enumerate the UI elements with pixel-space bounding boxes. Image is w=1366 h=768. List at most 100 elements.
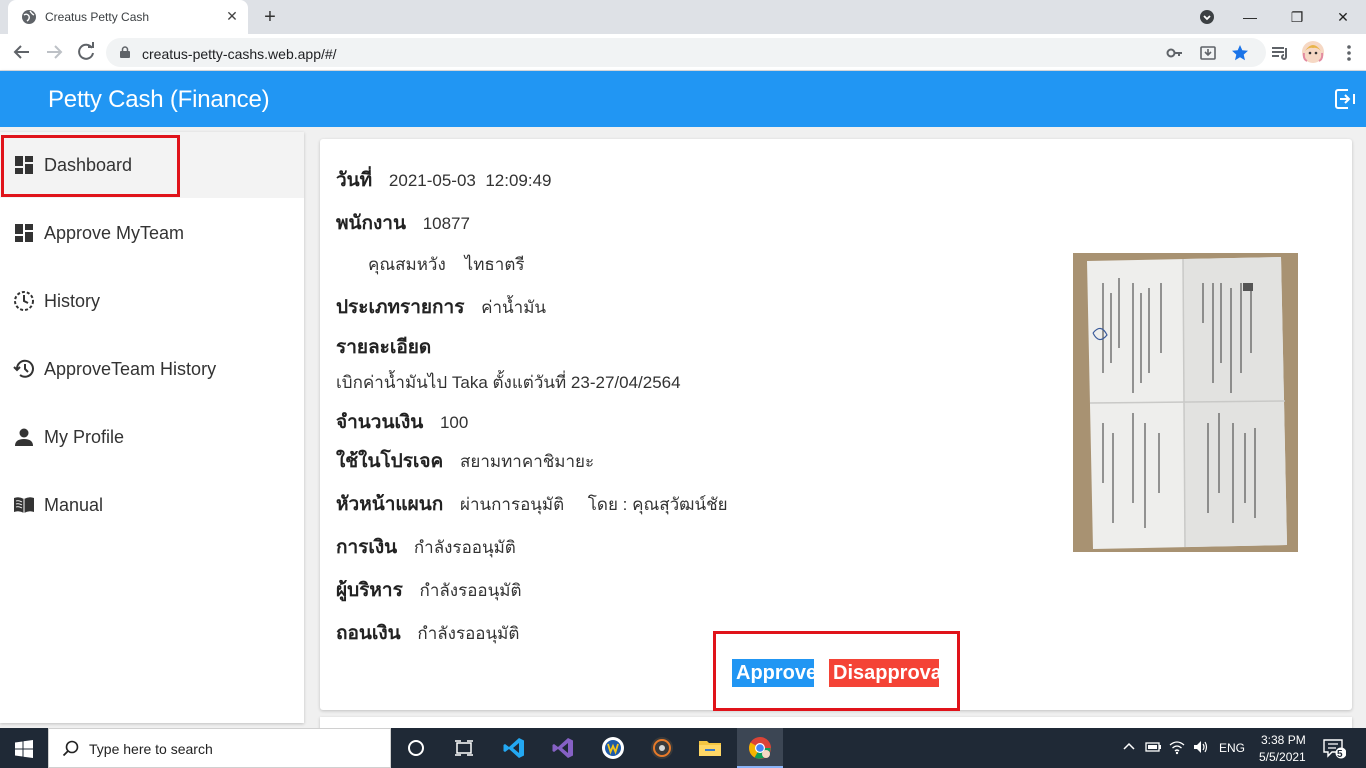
task-view-icon[interactable]	[452, 736, 476, 760]
amount-value: 100	[439, 413, 469, 432]
minimize-button[interactable]: —	[1238, 6, 1262, 28]
search-placeholder: Type here to search	[89, 741, 213, 757]
menu-icon[interactable]	[1338, 42, 1360, 64]
department-head-value: ผ่านการอนุมัติ โดย : คุณสุวัฒน์ชัย	[459, 495, 728, 514]
forward-icon[interactable]	[42, 41, 66, 63]
tab-title: Creatus Petty Cash	[45, 10, 150, 24]
taskbar-search[interactable]: Type here to search	[48, 728, 391, 768]
close-window-button[interactable]: ✕	[1331, 6, 1355, 28]
tab-close-icon[interactable]: ✕	[224, 8, 240, 24]
install-icon[interactable]	[1199, 44, 1217, 62]
receipt-image[interactable]	[1073, 253, 1298, 552]
details-label: รายละเอียด	[336, 337, 432, 358]
file-explorer-icon[interactable]	[698, 736, 722, 760]
request-detail-card: วันที่ 2021-05-03 12:09:49 พนักงาน 10877…	[320, 139, 1352, 710]
media-player-icon[interactable]	[650, 736, 674, 760]
project-label: ใช้ในโปรเจค	[336, 451, 444, 472]
date-label: วันที่	[336, 170, 373, 191]
executive-row: ผู้บริหาร กำลังรออนุมัติ	[336, 575, 522, 605]
details-value-row: เบิกค่าน้ำมันไป Taka ตั้งแต่วันที่ 23-27…	[336, 369, 681, 396]
logout-icon[interactable]	[1334, 88, 1356, 110]
project-row: ใช้ในโปรเจค สยามทาคาชิมายะ	[336, 446, 594, 476]
notification-count: 5	[1337, 749, 1343, 760]
clock-time[interactable]: 3:38 PM	[1261, 733, 1306, 747]
dashboard-highlight-box	[1, 135, 180, 197]
sidebar-item-approve-myteam[interactable]: Approve MyTeam	[0, 200, 304, 266]
language-indicator[interactable]: ENG	[1219, 741, 1245, 755]
date-row: วันที่ 2021-05-03 12:09:49	[336, 165, 552, 195]
sidebar-item-approveteam-history[interactable]: ApproveTeam History	[0, 336, 304, 402]
finance-row: การเงิน กำลังรออนุมัติ	[336, 532, 516, 562]
sidebar-item-label: My Profile	[44, 427, 125, 447]
type-value: ค่าน้ำมัน	[481, 298, 547, 317]
type-row: ประเภทรายการ ค่าน้ำมัน	[336, 292, 546, 322]
employee-name: คุณสมหวัง ไทธาตรี	[368, 255, 525, 274]
browser-tab[interactable]: Creatus Petty Cash ✕	[8, 0, 248, 34]
globe-icon	[22, 10, 36, 24]
visual-studio-icon[interactable]	[551, 736, 575, 760]
address-bar[interactable]: creatus-petty-cashs.web.app/#/	[106, 38, 1266, 67]
chrome-icon[interactable]	[748, 736, 772, 760]
employee-label: พนักงาน	[336, 213, 406, 234]
department-head-label: หัวหน้าแผนก	[336, 494, 444, 515]
app-title: Petty Cash (Finance)	[48, 86, 270, 113]
chevron-up-icon[interactable]	[1120, 738, 1138, 756]
employee-name-row: คุณสมหวัง ไทธาตรี	[368, 251, 525, 278]
dashboard-icon	[15, 224, 33, 242]
department-head-row: หัวหน้าแผนก ผ่านการอนุมัติ โดย : คุณสุวั…	[336, 489, 728, 519]
clock-icon	[14, 291, 34, 311]
actions-highlight-box	[713, 631, 960, 711]
sidebar-item-manual[interactable]: Manual	[0, 472, 304, 538]
executive-status: กำลังรออนุมัติ	[419, 581, 522, 600]
browser-tabstrip: Creatus Petty Cash ✕ + — ❐ ✕	[0, 0, 1366, 34]
withdraw-status: กำลังรออนุมัติ	[417, 624, 520, 643]
new-tab-button[interactable]: +	[259, 6, 281, 28]
app-header: Petty Cash (Finance)	[0, 71, 1366, 127]
details-value: เบิกค่าน้ำมันไป Taka ตั้งแต่วันที่ 23-27…	[336, 373, 681, 392]
browser-toolbar: creatus-petty-cashs.web.app/#/	[0, 34, 1366, 71]
project-value: สยามทาคาชิมายะ	[459, 452, 595, 471]
sidebar-item-my-profile[interactable]: My Profile	[0, 404, 304, 470]
amount-row: จำนวนเงิน 100	[336, 407, 468, 437]
avatar[interactable]	[1302, 41, 1324, 63]
windows-taskbar: Type here to search ENG 3:38 PM 5/5/2021…	[0, 728, 1366, 768]
key-icon[interactable]	[1166, 44, 1184, 62]
cortana-icon[interactable]	[404, 736, 428, 760]
sidebar-item-history[interactable]: History	[0, 268, 304, 334]
windows-start-icon[interactable]	[15, 740, 33, 758]
sidebar-item-label: Approve MyTeam	[44, 223, 185, 243]
type-label: ประเภทรายการ	[336, 297, 465, 318]
history-icon	[13, 359, 34, 378]
sidebar-item-label: ApproveTeam History	[44, 359, 217, 379]
amount-label: จำนวนเงิน	[336, 412, 424, 433]
media-queue-icon[interactable]	[1269, 42, 1291, 64]
url-text: creatus-petty-cashs.web.app/#/	[142, 46, 337, 62]
app-icon[interactable]	[601, 736, 625, 760]
vscode-icon[interactable]	[502, 736, 526, 760]
sidebar-item-label: History	[44, 291, 101, 311]
battery-icon[interactable]	[1144, 738, 1162, 756]
details-row: รายละเอียด	[336, 332, 443, 362]
wifi-icon[interactable]	[1168, 738, 1186, 756]
back-icon[interactable]	[10, 41, 34, 63]
restore-button[interactable]: ❐	[1285, 6, 1309, 28]
withdraw-row: ถอนเงิน กำลังรออนุมัติ	[336, 618, 519, 648]
date-value: 2021-05-03 12:09:49	[388, 171, 552, 190]
person-icon	[15, 428, 33, 446]
employee-row: พนักงาน 10877	[336, 208, 470, 238]
withdraw-label: ถอนเงิน	[336, 623, 401, 644]
bookmark-star-icon[interactable]	[1231, 44, 1249, 62]
lock-icon	[120, 46, 130, 58]
finance-label: การเงิน	[336, 537, 398, 558]
sidebar-item-label: Manual	[44, 495, 104, 515]
sidebar: Dashboard Approve MyTeam History Approve…	[0, 132, 304, 723]
page-body: Dashboard Approve MyTeam History Approve…	[0, 127, 1366, 737]
search-icon	[62, 740, 79, 757]
reload-icon[interactable]	[74, 41, 98, 63]
volume-icon[interactable]	[1192, 738, 1210, 756]
book-icon	[14, 497, 34, 513]
executive-label: ผู้บริหาร	[336, 580, 403, 601]
tab-search-icon[interactable]	[1199, 9, 1215, 25]
clock-date[interactable]: 5/5/2021	[1259, 750, 1306, 764]
employee-id: 10877	[422, 214, 470, 233]
